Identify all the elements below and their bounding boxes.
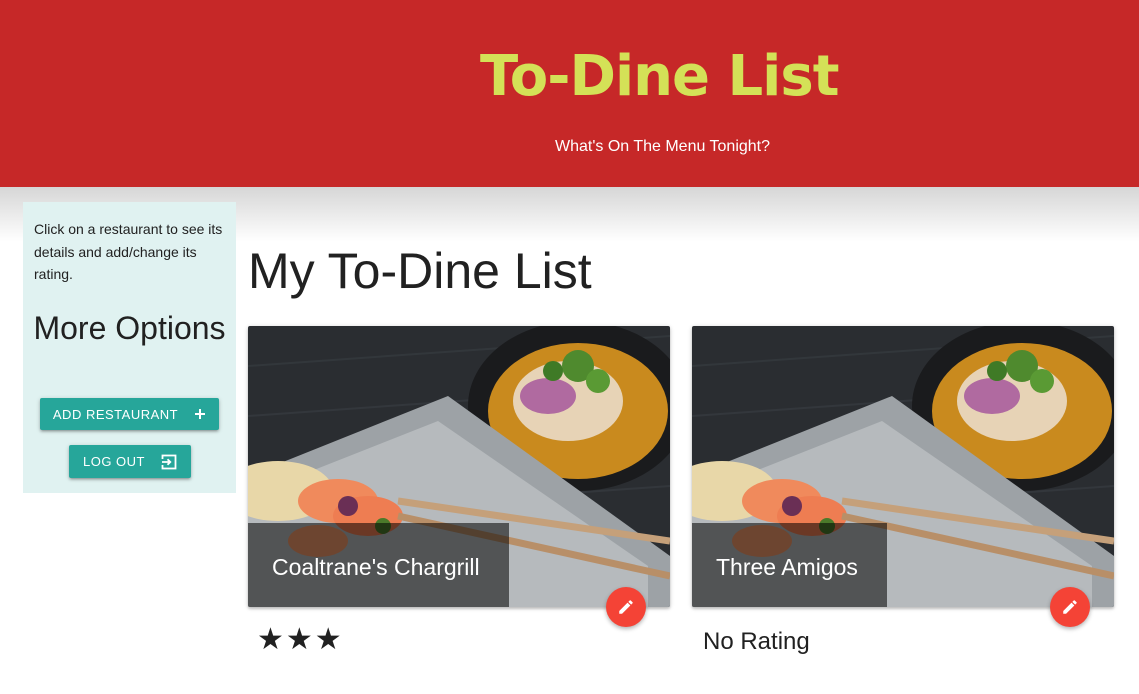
app-title: To-Dine List [480,44,839,109]
add-restaurant-label: ADD RESTAURANT [52,406,179,422]
edit-button[interactable] [606,587,646,627]
pencil-icon [1061,598,1079,616]
restaurant-rating: No Rating [703,628,810,655]
sidebar-heading: More Options [33,310,226,346]
page-title: My To-Dine List [248,243,592,299]
restaurant-name: Coaltrane's Chargrill [272,554,480,580]
edit-button[interactable] [1050,587,1090,627]
logout-button[interactable]: LOG OUT [69,445,191,478]
add-restaurant-button[interactable]: ADD RESTAURANT [40,398,219,430]
restaurant-card[interactable]: Coaltrane's Chargrill [248,326,670,607]
logout-label: LOG OUT [82,454,145,469]
restaurant-card[interactable]: Three Amigos [692,326,1114,607]
pencil-icon [617,598,635,616]
logout-icon [161,454,177,470]
restaurant-rating: ★★★ [257,622,344,657]
plus-icon [194,408,206,420]
sidebar: Click on a restaurant to see its details… [23,202,236,493]
app-header: To-Dine List What's On The Menu Tonight? [0,0,1139,187]
app-subtitle: What's On The Menu Tonight? [554,138,771,155]
sidebar-help-text: Click on a restaurant to see its details… [34,221,223,282]
restaurant-name: Three Amigos [716,554,858,580]
